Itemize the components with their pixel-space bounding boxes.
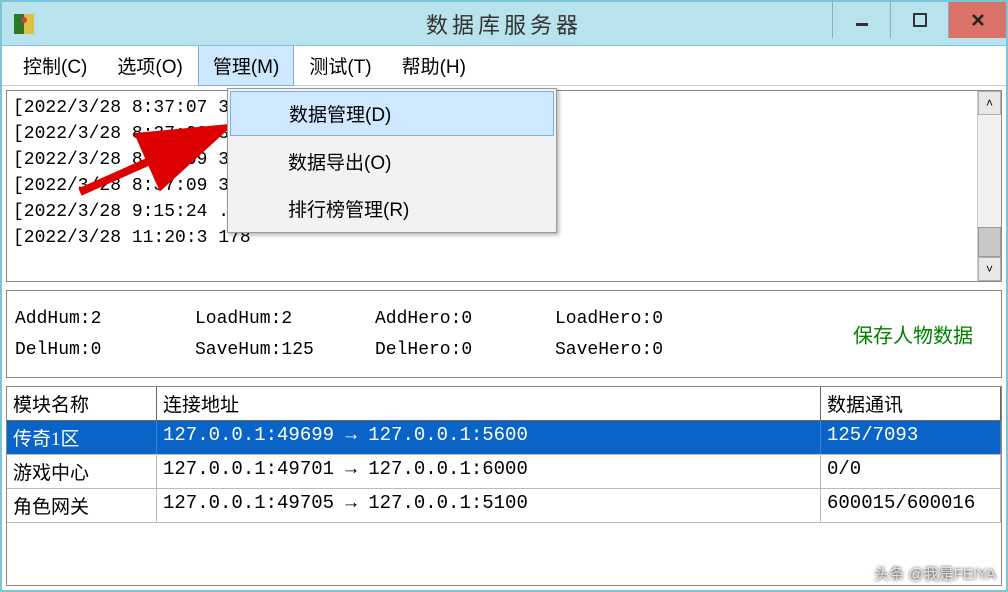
stat-loadhum: LoadHum:2: [195, 309, 375, 329]
stats-row: AddHum:2 LoadHum:2 AddHero:0 LoadHero:0: [15, 309, 993, 329]
menubar: 控制(C) 选项(O) 管理(M) 测试(T) 帮助(H): [2, 46, 1006, 86]
menu-options[interactable]: 选项(O): [102, 45, 197, 86]
scrollbar[interactable]: ˄ ˅: [977, 91, 1001, 281]
cell-address: 127.0.0.1:49699 → 127.0.0.1:5600: [157, 421, 821, 454]
cell-module: 游戏中心: [7, 455, 157, 488]
cell-module: 角色网关: [7, 489, 157, 522]
stat-delhum: DelHum:0: [15, 340, 195, 360]
menu-test[interactable]: 测试(T): [294, 45, 386, 86]
stats-panel: AddHum:2 LoadHum:2 AddHero:0 LoadHero:0 …: [6, 290, 1002, 378]
menu-manage[interactable]: 管理(M): [198, 45, 294, 86]
cell-address: 127.0.0.1:49705 → 127.0.0.1:5100: [157, 489, 821, 522]
table-row[interactable]: 传奇1区 127.0.0.1:49699 → 127.0.0.1:5600 12…: [7, 421, 1001, 455]
cell-traffic: 600015/600016: [821, 489, 1001, 522]
maximize-button[interactable]: [890, 2, 948, 38]
header-traffic[interactable]: 数据通讯: [821, 387, 1001, 420]
scroll-up-button[interactable]: ˄: [978, 91, 1001, 115]
header-module[interactable]: 模块名称: [7, 387, 157, 420]
app-window: 数据库服务器 控制(C) 选项(O) 管理(M) 测试(T) 帮助(H) [20…: [0, 0, 1008, 592]
scroll-down-button[interactable]: ˅: [978, 257, 1001, 281]
stat-savehero: SaveHero:0: [555, 340, 735, 360]
header-address[interactable]: 连接地址: [157, 387, 821, 420]
table-row[interactable]: 角色网关 127.0.0.1:49705 → 127.0.0.1:5100 60…: [7, 489, 1001, 523]
cell-module: 传奇1区: [7, 421, 157, 454]
scroll-track[interactable]: [978, 115, 1001, 257]
app-icon: [10, 10, 38, 38]
cell-traffic: 125/7093: [821, 421, 1001, 454]
window-controls: [832, 2, 1006, 38]
cell-traffic: 0/0: [821, 455, 1001, 488]
window-title: 数据库服务器: [426, 8, 582, 40]
dropdown-rank-manage[interactable]: 排行榜管理(R): [228, 185, 556, 232]
dropdown-data-manage[interactable]: 数据管理(D): [230, 91, 554, 136]
scroll-thumb[interactable]: [978, 227, 1001, 257]
menu-control[interactable]: 控制(C): [8, 45, 102, 86]
table-row[interactable]: 游戏中心 127.0.0.1:49701 → 127.0.0.1:6000 0/…: [7, 455, 1001, 489]
table-header: 模块名称 连接地址 数据通讯: [7, 387, 1001, 421]
stats-row: DelHum:0 SaveHum:125 DelHero:0 SaveHero:…: [15, 340, 993, 360]
save-data-label: 保存人物数据: [853, 320, 973, 349]
connection-table: 模块名称 连接地址 数据通讯 传奇1区 127.0.0.1:49699 → 12…: [6, 386, 1002, 586]
stat-savehum: SaveHum:125: [195, 340, 375, 360]
manage-dropdown: 数据管理(D) 数据导出(O) 排行榜管理(R): [227, 88, 557, 233]
minimize-button[interactable]: [832, 2, 890, 38]
cell-address: 127.0.0.1:49701 → 127.0.0.1:6000: [157, 455, 821, 488]
close-button[interactable]: [948, 2, 1006, 38]
watermark: 头条 @我是FEIYA: [874, 563, 996, 584]
stat-addhero: AddHero:0: [375, 309, 555, 329]
stat-loadhero: LoadHero:0: [555, 309, 735, 329]
titlebar: 数据库服务器: [2, 2, 1006, 46]
dropdown-data-export[interactable]: 数据导出(O): [228, 138, 556, 185]
menu-help[interactable]: 帮助(H): [387, 45, 481, 86]
stat-delhero: DelHero:0: [375, 340, 555, 360]
stat-addhum: AddHum:2: [15, 309, 195, 329]
